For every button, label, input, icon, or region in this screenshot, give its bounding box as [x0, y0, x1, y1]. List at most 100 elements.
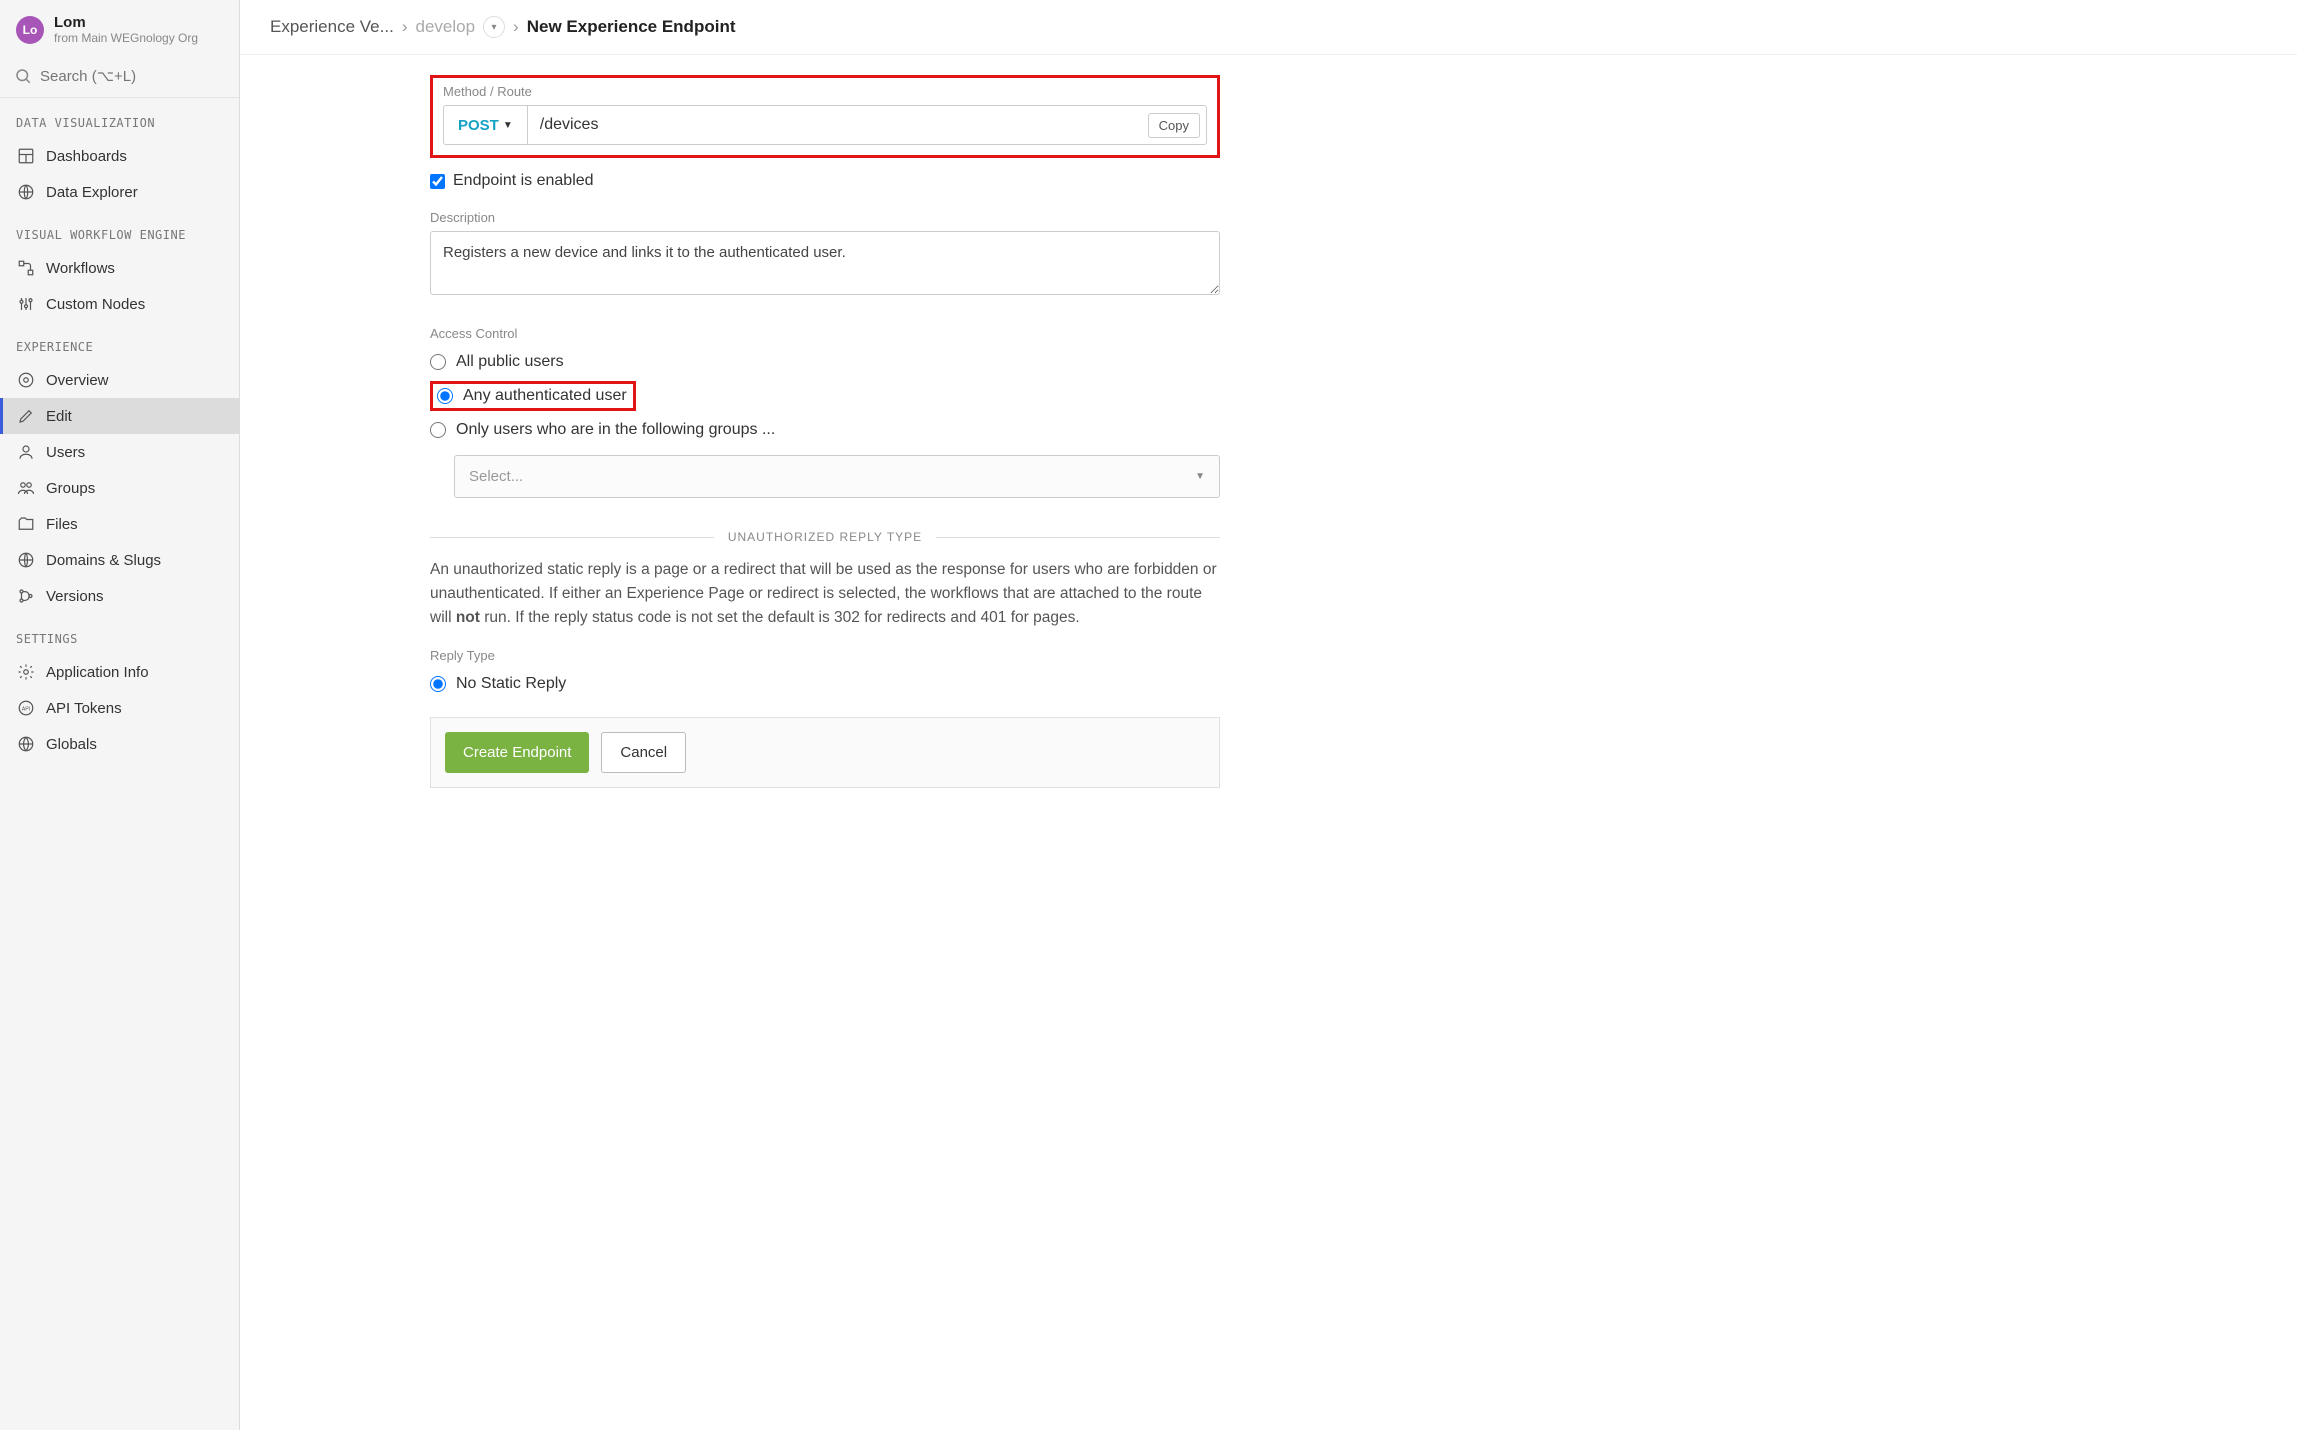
dashboards-icon — [16, 146, 36, 166]
sidebar-item-dashboards[interactable]: Dashboards — [0, 138, 239, 174]
access-groups-radio[interactable]: Only users who are in the following grou… — [430, 415, 1220, 445]
radio-input[interactable] — [430, 676, 446, 692]
access-public-radio[interactable]: All public users — [430, 347, 1220, 377]
chevron-down-icon[interactable]: ▾ — [483, 16, 505, 38]
method-label: Method / Route — [443, 84, 1207, 99]
sidebar-item-label: Overview — [46, 372, 109, 389]
sidebar-item-edit[interactable]: Edit — [0, 398, 239, 434]
reply-type-label: Reply Type — [430, 648, 1220, 663]
reply-none-radio[interactable]: No Static Reply — [430, 669, 1220, 699]
unauth-help: An unauthorized static reply is a page o… — [430, 558, 1220, 630]
crumb-branch[interactable]: develop — [415, 17, 475, 37]
domains-icon — [16, 550, 36, 570]
group-select[interactable]: Select... ▼ — [454, 455, 1220, 498]
nav-section-workflow: VISUAL WORKFLOW ENGINE — [0, 210, 239, 250]
user-name: Lom — [54, 14, 198, 31]
sidebar-item-label: Globals — [46, 736, 97, 753]
sidebar-item-label: Application Info — [46, 664, 149, 681]
custom-nodes-icon — [16, 294, 36, 314]
sidebar-item-label: Data Explorer — [46, 184, 138, 201]
enabled-label: Endpoint is enabled — [453, 172, 594, 190]
sidebar-item-label: Versions — [46, 588, 104, 605]
sidebar-item-api-tokens[interactable]: API API Tokens — [0, 690, 239, 726]
copy-button[interactable]: Copy — [1148, 113, 1200, 138]
gear-icon — [16, 662, 36, 682]
sidebar-item-label: Workflows — [46, 260, 115, 277]
sidebar-item-label: Custom Nodes — [46, 296, 145, 313]
api-icon: API — [16, 698, 36, 718]
search-icon — [14, 67, 32, 85]
radio-label: Only users who are in the following grou… — [456, 421, 775, 439]
sidebar-item-overview[interactable]: Overview — [0, 362, 239, 398]
sidebar-item-groups[interactable]: Groups — [0, 470, 239, 506]
sidebar-item-label: Domains & Slugs — [46, 552, 161, 569]
unauth-title: UNAUTHORIZED REPLY TYPE — [728, 530, 922, 544]
method-value: POST — [458, 117, 499, 134]
globals-icon — [16, 734, 36, 754]
select-placeholder: Select... — [469, 468, 523, 485]
crumb-sep: › — [402, 17, 408, 37]
access-label: Access Control — [430, 326, 1220, 341]
sidebar-item-domains[interactable]: Domains & Slugs — [0, 542, 239, 578]
crumb-sep: › — [513, 17, 519, 37]
sidebar-item-label: Edit — [46, 408, 72, 425]
edit-icon — [16, 406, 36, 426]
nav-section-settings: SETTINGS — [0, 614, 239, 654]
explorer-icon — [16, 182, 36, 202]
method-route-highlight: Method / Route POST ▼ Copy — [430, 75, 1220, 158]
enabled-checkbox[interactable] — [430, 174, 445, 189]
sidebar-item-label: Dashboards — [46, 148, 127, 165]
sidebar-item-globals[interactable]: Globals — [0, 726, 239, 762]
method-route-row: POST ▼ Copy — [443, 105, 1207, 145]
sidebar-item-files[interactable]: Files — [0, 506, 239, 542]
action-bar: Create Endpoint Cancel — [430, 717, 1220, 788]
description-textarea[interactable] — [430, 231, 1220, 295]
radio-input[interactable] — [437, 388, 453, 404]
sidebar-item-label: Groups — [46, 480, 95, 497]
help-text-bold: not — [456, 609, 480, 626]
sidebar-item-label: Users — [46, 444, 85, 461]
sidebar-item-data-explorer[interactable]: Data Explorer — [0, 174, 239, 210]
users-icon — [16, 442, 36, 462]
search-bar[interactable] — [0, 55, 239, 98]
overview-icon — [16, 370, 36, 390]
sidebar-item-custom-nodes[interactable]: Custom Nodes — [0, 286, 239, 322]
sidebar-item-versions[interactable]: Versions — [0, 578, 239, 614]
radio-label: All public users — [456, 353, 564, 371]
radio-input[interactable] — [430, 354, 446, 370]
route-input[interactable] — [528, 106, 1148, 144]
chevron-down-icon: ▼ — [1195, 471, 1205, 482]
workflows-icon — [16, 258, 36, 278]
sidebar-item-workflows[interactable]: Workflows — [0, 250, 239, 286]
enabled-checkbox-row[interactable]: Endpoint is enabled — [430, 172, 1220, 190]
main: Experience Ve... › develop ▾ › New Exper… — [240, 0, 2297, 1430]
access-auth-radio[interactable]: Any authenticated user — [437, 387, 627, 405]
sidebar-item-app-info[interactable]: Application Info — [0, 654, 239, 690]
cancel-button[interactable]: Cancel — [601, 732, 686, 773]
versions-icon — [16, 586, 36, 606]
crumb-root[interactable]: Experience Ve... — [270, 17, 394, 37]
method-select[interactable]: POST ▼ — [444, 106, 528, 144]
description-label: Description — [430, 210, 1220, 225]
help-text-post: run. If the reply status code is not set… — [480, 609, 1080, 626]
breadcrumb: Experience Ve... › develop ▾ › New Exper… — [240, 0, 2297, 55]
sidebar-item-users[interactable]: Users — [0, 434, 239, 470]
create-endpoint-button[interactable]: Create Endpoint — [445, 732, 589, 773]
files-icon — [16, 514, 36, 534]
nav-section-experience: EXPERIENCE — [0, 322, 239, 362]
sidebar-header: Lo Lom from Main WEGnology Org — [0, 0, 239, 55]
radio-input[interactable] — [430, 422, 446, 438]
groups-icon — [16, 478, 36, 498]
chevron-down-icon: ▼ — [503, 120, 513, 131]
radio-label: No Static Reply — [456, 675, 566, 693]
sidebar-item-label: Files — [46, 516, 78, 533]
user-org: from Main WEGnology Org — [54, 31, 198, 45]
crumb-current: New Experience Endpoint — [527, 17, 736, 37]
sidebar: Lo Lom from Main WEGnology Org DATA VISU… — [0, 0, 240, 1430]
avatar[interactable]: Lo — [16, 16, 44, 44]
unauth-divider: UNAUTHORIZED REPLY TYPE — [430, 530, 1220, 544]
sidebar-item-label: API Tokens — [46, 700, 122, 717]
nav-section-data-viz: DATA VISUALIZATION — [0, 98, 239, 138]
access-auth-highlight: Any authenticated user — [430, 381, 636, 411]
search-input[interactable] — [40, 68, 225, 85]
